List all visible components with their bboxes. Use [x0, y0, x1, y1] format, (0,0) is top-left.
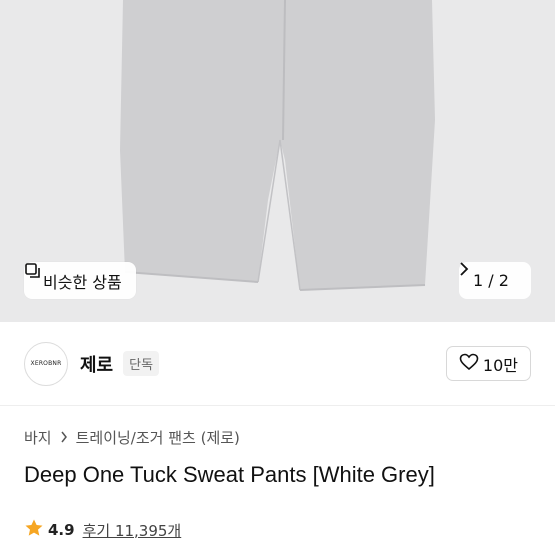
similar-products-label: 비슷한 상품	[43, 272, 122, 292]
breadcrumb: 바지 트레이닝/조거 팬츠 (제로)	[24, 427, 240, 448]
rating-row: 4.9 후기 11,395개	[24, 518, 181, 542]
like-count: 10만	[482, 355, 518, 375]
image-pager[interactable]: 1 / 2	[459, 262, 531, 299]
shop-row: XEROBNR 제로 단독 10만	[0, 322, 555, 406]
shop-logo-text: XEROBNR	[30, 360, 62, 367]
breadcrumb-category[interactable]: 바지	[24, 427, 52, 448]
pager-text: 1 / 2	[473, 271, 509, 290]
star-icon	[24, 518, 44, 542]
rating-score: 4.9	[48, 521, 75, 539]
reviews-link[interactable]: 후기 11,395개	[83, 520, 182, 541]
breadcrumb-subcategory[interactable]: 트레이닝/조거 팬츠 (제로)	[76, 427, 240, 448]
like-button[interactable]: 10만	[445, 346, 531, 381]
similar-products-button[interactable]: 비슷한 상품	[24, 262, 136, 299]
exclusive-badge: 단독	[123, 351, 160, 376]
chevron-right-icon	[60, 429, 68, 447]
shop-avatar[interactable]: XEROBNR	[24, 341, 68, 386]
product-title: Deep One Tuck Sweat Pants [White Grey]	[24, 462, 435, 487]
heart-icon	[459, 353, 479, 375]
shop-name[interactable]: 제로	[80, 351, 113, 377]
product-image-carousel[interactable]: 비슷한 상품 1 / 2	[0, 0, 555, 322]
